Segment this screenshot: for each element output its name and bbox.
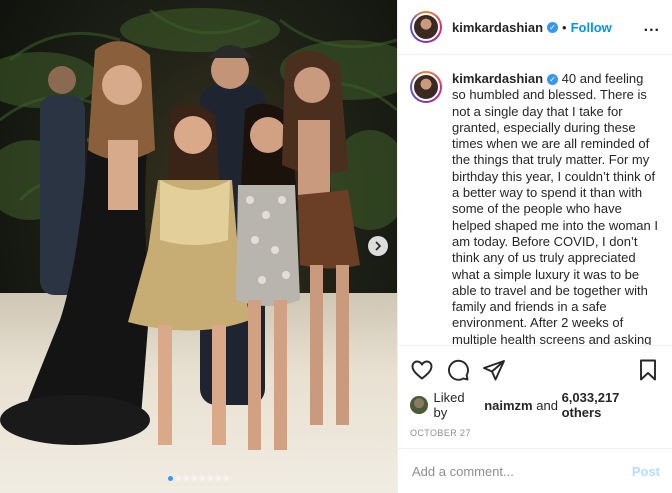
verified-badge-icon: ✓ [547,21,559,33]
caption-section: kimkardashian ✓ 40 and feeling so humbled… [398,55,672,345]
bookmark-icon[interactable] [636,358,660,382]
likes-others-link[interactable]: 6,033,217 others [562,390,660,420]
more-options-icon[interactable]: ... [644,18,660,36]
carousel-dot [216,476,221,481]
carousel-indicator [0,476,397,481]
likes-conjunction: and [536,397,558,413]
comment-form: Post [398,448,672,493]
post-photo[interactable] [0,0,397,493]
next-slide-button[interactable] [368,236,388,256]
chevron-right-icon [375,241,382,251]
post-comment-button[interactable]: Post [632,464,660,479]
comment-input[interactable] [410,462,632,480]
post-date[interactable]: OCTOBER 27 [410,428,660,438]
follow-button[interactable]: Follow [571,20,612,35]
carousel-dot [224,476,229,481]
caption-body: 40 and feeling so humbled and blessed. T… [452,71,658,345]
carousel-dot [192,476,197,481]
avatar-image [412,13,440,41]
header-username[interactable]: kimkardashian [452,20,543,35]
likes-summary: Liked by naimzm and 6,033,217 others [410,390,660,420]
carousel-dot [176,476,181,481]
carousel-dot [208,476,213,481]
person-brown-outfit [298,190,360,269]
liker-username[interactable]: naimzm [484,398,532,413]
likes-prefix: Liked by [433,390,465,420]
instagram-post: kimkardashian ✓ • Follow ... kimkardashi… [0,0,672,493]
carousel-dot [200,476,205,481]
liker-avatar[interactable] [410,396,428,414]
group-of-people [0,41,360,450]
comment-icon[interactable] [446,358,470,382]
profile-avatar[interactable] [410,11,442,43]
caption-text-block: kimkardashian ✓ 40 and feeling so humbled… [452,71,660,345]
post-details-panel: kimkardashian ✓ • Follow ... kimkardashi… [397,0,672,493]
caption-avatar[interactable] [410,71,442,103]
heart-icon[interactable] [410,358,434,382]
caption-username[interactable]: kimkardashian [452,71,543,86]
action-icons [410,352,660,388]
header-separator: • [562,19,567,35]
avatar-image [412,73,440,101]
carousel-dot [168,476,173,481]
post-header: kimkardashian ✓ • Follow ... [398,0,672,55]
verified-badge-icon: ✓ [547,74,559,85]
share-icon[interactable] [482,358,506,382]
action-bar: Liked by naimzm and 6,033,217 others OCT… [398,345,672,448]
person-sequin-dress [236,185,300,306]
carousel-dot [184,476,189,481]
